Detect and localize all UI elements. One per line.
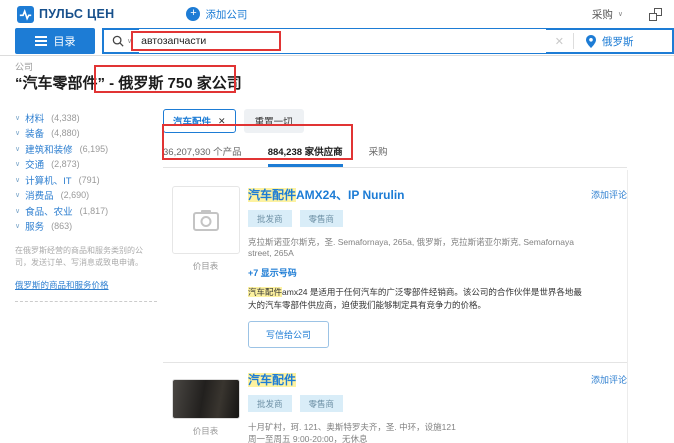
hamburger-icon: [34, 36, 47, 46]
retailer-badge: 零售商: [299, 210, 344, 227]
search-bar: ∨ ✕ 俄罗斯: [102, 28, 674, 54]
company-photo[interactable]: [171, 379, 240, 419]
chevron-down-icon: ∨: [15, 161, 21, 169]
sidebar-item-equipment[interactable]: ∨ 装备 (4,880): [15, 126, 161, 142]
page: ПУЛЬС ЦЕН + 添加公司 采购 ∨ 目录 ∨ ✕ 俄罗斯: [0, 0, 674, 443]
remove-filter-icon[interactable]: ✕: [218, 116, 226, 127]
location-pin-icon: [586, 34, 596, 48]
region-selector[interactable]: 俄罗斯: [574, 34, 672, 49]
price-list-label[interactable]: 价目表: [163, 425, 248, 437]
wholesaler-badge: 批发商: [248, 395, 292, 412]
search-icon: [112, 35, 124, 47]
active-filter-chip[interactable]: 汽车配件 ✕: [163, 109, 236, 133]
photo-placeholder[interactable]: [171, 186, 240, 254]
chevron-down-icon: ∨: [15, 223, 21, 231]
clear-search-icon[interactable]: ✕: [546, 35, 573, 48]
top-bar-right: 采购 ∨: [592, 7, 662, 22]
camera-icon: [192, 210, 219, 231]
company-badges: 批发商 零售商: [248, 210, 583, 227]
category-sidebar: ∨ 材料 (4,338) ∨ 装备 (4,880) ∨ 建筑和装修 (6,195) ∨ 交通(…: [15, 110, 161, 302]
add-review-link[interactable]: 添加评论: [591, 373, 627, 386]
catalog-button[interactable]: 目录: [15, 28, 95, 54]
region-label: 俄罗斯: [602, 35, 634, 48]
chevron-down-icon: ∨: [617, 11, 623, 18]
company-card-body: 添加评论 汽车配件AMX24、IP Nurulin 批发商 零售商 克拉斯诺亚尔…: [248, 186, 627, 348]
company-badges: 批发商 零售商: [248, 395, 583, 412]
sidebar-item-computers-it[interactable]: ∨ 计算机、IT (791): [15, 172, 161, 188]
divider: [0, 55, 674, 56]
results-area: 汽车配件 ✕ 重置一切 36,207,930 个产品 884,238 家供应商 …: [163, 109, 627, 443]
chevron-down-icon: ∨: [15, 192, 21, 200]
company-title-link[interactable]: 汽车配件AMX24、IP Nurulin: [248, 186, 583, 203]
plus-icon: +: [186, 7, 201, 21]
page-title-query: “汽车零部件”: [15, 75, 106, 92]
company-card-media: 价目表: [163, 186, 248, 348]
chevron-down-icon: ∨: [15, 130, 21, 138]
write-to-company-button[interactable]: 写信给公司: [248, 321, 330, 348]
reset-all-chip[interactable]: 重置一切: [243, 109, 304, 133]
sidebar-note: 在俄罗斯经营的商品和服务类别的公司，发送订单、写消息或致电申请。: [15, 246, 143, 268]
price-list-label[interactable]: 价目表: [163, 260, 248, 272]
show-phone-link[interactable]: +7 显示号码: [248, 266, 583, 279]
sidebar-item-construction[interactable]: ∨ 建筑和装修 (6,195): [15, 141, 161, 157]
logo[interactable]: ПУЛЬС ЦЕН: [17, 5, 115, 23]
catalog-button-label: 目录: [53, 36, 76, 48]
add-company-button[interactable]: + 添加公司: [186, 7, 247, 22]
working-hours: 周一至周五 9:00-20:00，无休息: [248, 434, 368, 443]
pulse-logo-icon: [17, 5, 34, 23]
company-address: 克拉斯诺亚尔斯克，圣. Semafornaya, 265a, 俄罗斯，克拉斯诺亚…: [248, 237, 574, 258]
active-filter-label: 汽车配件: [173, 117, 212, 128]
company-description: 汽车配件amx24 是适用于任何汽车的广泛零部件经销商。该公司的合作伙伴是世界各…: [248, 287, 582, 310]
result-tabs: 36,207,930 个产品 884,238 家供应商 采购: [163, 144, 627, 167]
divider: [627, 170, 628, 443]
tab-products[interactable]: 36,207,930 个产品: [163, 144, 242, 167]
add-review-link[interactable]: 添加评论: [591, 188, 627, 201]
company-address: 十月矿村，珂. 121、奥斯特罗夫齐，圣. 中环，设施121: [248, 422, 456, 432]
filter-chips: 汽车配件 ✕ 重置一切: [163, 109, 627, 133]
chevron-down-icon: ∨: [15, 176, 21, 184]
procurement-label: 采购: [591, 8, 613, 21]
company-card-media: 价目表: [163, 371, 248, 443]
company-card-body: 添加评论 汽车配件 批发商 零售商 十月矿村，珂. 121、奥斯特罗夫齐，圣. …: [248, 371, 627, 443]
search-input[interactable]: [139, 29, 546, 53]
retailer-badge: 零售商: [299, 395, 344, 412]
sidebar-item-transport[interactable]: ∨ 交通 (2,873): [15, 157, 161, 173]
sidebar-prices-link[interactable]: 俄罗斯的商品和服务价格: [15, 279, 161, 291]
procurement-menu[interactable]: 采购 ∨: [592, 7, 623, 22]
chevron-down-icon: ∨: [15, 207, 21, 215]
chevron-down-icon: ∨: [15, 114, 21, 122]
page-title: “汽车零部件” - 俄罗斯 750 家公司: [15, 72, 242, 93]
sidebar-item-materials[interactable]: ∨ 材料 (4,338): [15, 110, 161, 126]
page-title-suffix: - 俄罗斯 750 家公司: [105, 75, 242, 92]
tab-procurement[interactable]: 采购: [369, 144, 388, 167]
company-card: 价目表 添加评论 汽车配件AMX24、IP Nurulin 批发商 零售商 克拉…: [163, 168, 627, 348]
sidebar-item-consumer-goods[interactable]: ∨ 消费品 (2,690): [15, 188, 161, 204]
chevron-down-icon: ∨: [127, 38, 133, 45]
top-bar: ПУЛЬС ЦЕН + 添加公司 采购 ∨: [0, 0, 674, 28]
tab-suppliers[interactable]: 884,238 家供应商: [267, 144, 343, 167]
sidebar-item-food-agriculture[interactable]: ∨ 食品、农业 (1,817): [15, 203, 161, 219]
logo-text: ПУЛЬС ЦЕН: [39, 7, 115, 21]
add-company-label: 添加公司: [205, 8, 248, 21]
wholesaler-badge: 批发商: [248, 210, 292, 227]
company-title-link[interactable]: 汽车配件: [248, 371, 583, 388]
chevron-down-icon: ∨: [15, 145, 21, 153]
company-card: 价目表 添加评论 汽车配件 批发商 零售商 十月矿村，珂. 121、奥斯特罗夫齐…: [163, 363, 627, 443]
divider: [15, 300, 157, 302]
sidebar-item-services[interactable]: ∨ 服务 (863): [15, 219, 161, 235]
search-scope-selector[interactable]: ∨: [104, 35, 139, 47]
apps-cube-icon[interactable]: [649, 7, 662, 21]
